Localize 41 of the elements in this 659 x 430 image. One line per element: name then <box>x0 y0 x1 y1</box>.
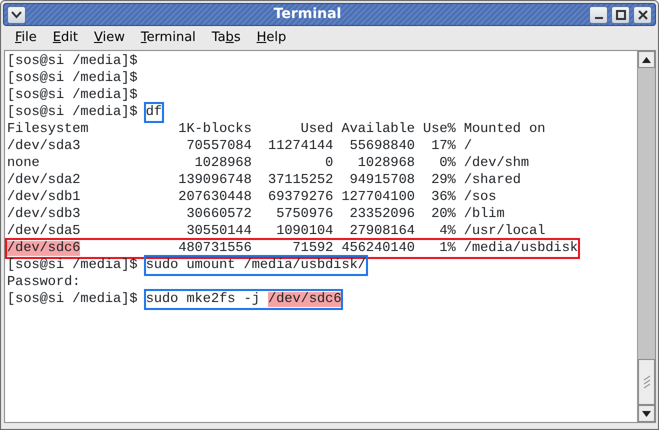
arrow-up-icon <box>642 56 651 62</box>
close-button[interactable] <box>633 6 652 24</box>
terminal-text: [sos@si /media]$ <box>7 53 138 70</box>
terminal-text: 480731556 71592 456240140 1% /media/usbdisk <box>177 241 578 256</box>
highlighted-text: /dev/sdc6 <box>7 241 80 256</box>
maximize-icon <box>616 10 626 20</box>
menu-item[interactable]: Edit <box>44 26 86 50</box>
scroll-up-button[interactable] <box>638 51 655 68</box>
terminal-text: Password: <box>7 274 80 291</box>
terminal-text: [sos@si /media]$ <box>7 104 139 121</box>
highlighted-text: /dev/sdc6 <box>268 292 342 307</box>
terminal-text: /dev/sda2 139096748 37115252 94915708 29% /shared <box>7 172 521 189</box>
window-title: Terminal <box>272 5 342 24</box>
menu-item[interactable]: Help <box>248 26 294 50</box>
minimize-icon <box>594 16 602 18</box>
terminal-text: none 1028968 0 1028968 0% /dev/shm <box>7 155 530 172</box>
scrollbar-thumb[interactable] <box>638 359 655 405</box>
minimize-button[interactable] <box>589 6 608 24</box>
terminal-text: [sos@si /media]$ <box>7 291 139 308</box>
menu-item[interactable]: File <box>7 26 45 50</box>
terminal-text: sudo umount /media/usbdisk/ <box>146 258 366 273</box>
terminal-text: /dev/sdb1 207630448 69379276 127704100 36% /sos <box>7 189 496 206</box>
scroll-down-button[interactable] <box>638 405 655 422</box>
close-icon <box>638 10 648 20</box>
menu-item[interactable]: Terminal <box>132 26 204 50</box>
terminal-text: [sos@si /media]$ <box>7 87 138 104</box>
scrollbar[interactable] <box>637 51 655 422</box>
terminal-text: /dev/sda3 70557084 11274144 55698840 17% / <box>7 138 472 155</box>
terminal-text: /dev/sda5 30550144 1090104 27908164 4% /usr/local <box>7 223 546 240</box>
terminal-text: Filesystem 1K-blocks Used Available Use% Mounted on <box>7 121 546 138</box>
terminal-text: /dev/sdb3 30660572 5750976 23352096 20% /blim <box>7 206 505 223</box>
arrow-down-icon <box>642 410 651 416</box>
menu-item[interactable]: View <box>86 26 133 50</box>
terminal-text: [sos@si /media]$ <box>7 70 138 87</box>
window-menu-button[interactable] <box>7 6 26 24</box>
terminal-text: [sos@si /media]$ <box>7 257 139 274</box>
chevron-down-icon <box>11 10 22 18</box>
terminal-text: df <box>146 105 162 120</box>
maximize-button[interactable] <box>611 6 630 24</box>
terminal-text: sudo mke2fs -j <box>146 292 261 307</box>
menu-item[interactable]: Tabs <box>204 26 249 50</box>
